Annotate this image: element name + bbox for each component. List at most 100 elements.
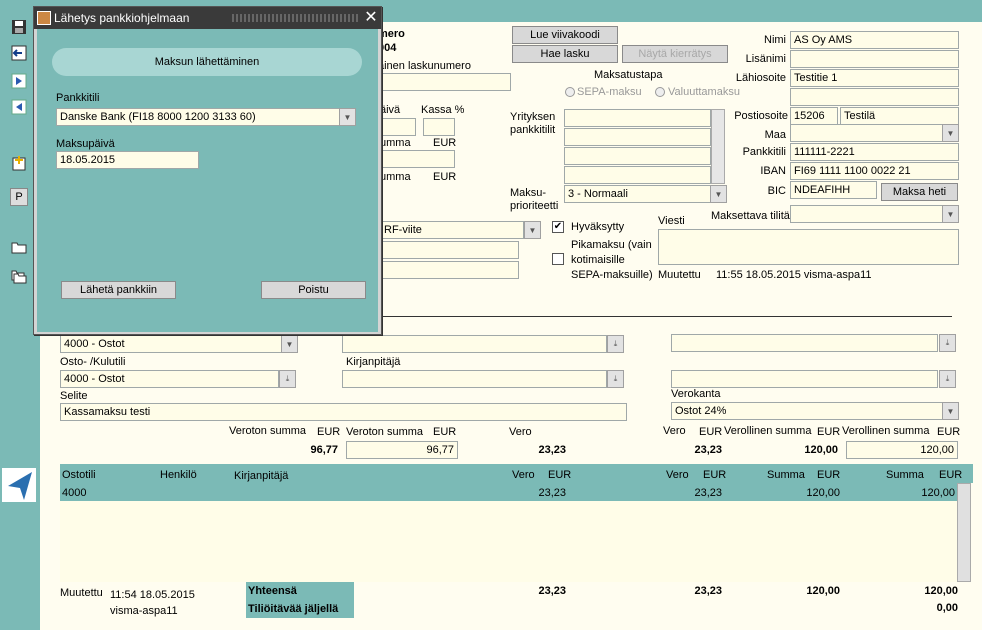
tax-value-1: 23,23 <box>538 444 566 456</box>
sum-label-2: umma <box>380 171 411 183</box>
country-dropdown[interactable]: ▼ <box>942 124 959 142</box>
pay-now-button[interactable]: Maksa heti <box>881 183 958 201</box>
message-field[interactable] <box>658 229 959 265</box>
fetch-invoice-button[interactable]: Hae lasku <box>512 45 618 63</box>
tax-value-2: 23,23 <box>694 444 722 456</box>
payable-account-label: Maksettava tilitä <box>711 210 790 222</box>
sum-eur-1: EUR <box>433 137 457 149</box>
total-tax-2: 23,23 <box>694 585 722 597</box>
vat-select[interactable]: Ostot 24% <box>671 402 943 420</box>
cost-account-lookup-icon[interactable]: ⤓ <box>279 370 296 388</box>
send-to-bank-button[interactable]: Lähetä pankkiin <box>61 281 176 299</box>
priority-dropdown[interactable]: ▼ <box>710 185 727 203</box>
next-record-icon[interactable] <box>8 70 30 92</box>
save-icon[interactable] <box>8 16 30 38</box>
ledger-lookup-top-icon[interactable]: ⤓ <box>607 335 624 353</box>
gross-label-1: Verollinen summa <box>724 425 812 437</box>
company-account-2[interactable] <box>564 128 711 146</box>
iban-field[interactable]: FI69 1111 1100 0022 21 <box>790 162 959 180</box>
gross-value-field[interactable]: 120,00 <box>846 441 958 459</box>
reference-field-2[interactable] <box>380 261 519 279</box>
footer-modified-user: visma-aspa11 <box>110 605 178 617</box>
date-field[interactable] <box>380 118 416 136</box>
new-record-icon[interactable] <box>8 152 30 174</box>
col-eur-4: EUR <box>939 469 963 481</box>
external-invoice-field[interactable] <box>378 73 511 91</box>
row-sum-1: 120,00 <box>806 487 840 499</box>
folder-icon[interactable] <box>8 236 30 258</box>
foreign-payment-radio[interactable] <box>655 87 665 97</box>
remaining-value: 0,00 <box>936 602 958 614</box>
street-field[interactable]: Testitie 1 <box>790 69 959 87</box>
bic-field[interactable]: NDEAFIHH <box>790 181 877 199</box>
dialog-title: Lähetys pankkiohjelmaan <box>54 11 190 25</box>
reference-field[interactable] <box>380 241 519 259</box>
gross-value-1: 120,00 <box>804 444 838 456</box>
total-tax-1: 23,23 <box>538 585 566 597</box>
folders-icon[interactable] <box>8 265 30 287</box>
postal-code-field[interactable]: 15206 <box>790 107 838 125</box>
description-field[interactable]: Kassamaksu testi <box>60 403 627 421</box>
name-field[interactable]: AS Oy AMS <box>790 31 959 49</box>
modified-label: Muutettu <box>658 269 701 281</box>
country-label: Maa <box>764 129 786 141</box>
date-label: äivä <box>380 104 401 116</box>
exit-icon[interactable] <box>8 42 30 64</box>
dimension-field-1[interactable] <box>671 334 938 352</box>
total-sum-2: 120,00 <box>924 585 958 597</box>
company-account-1[interactable] <box>564 109 711 127</box>
table-scrollbar[interactable] <box>957 483 971 582</box>
payable-account-dropdown[interactable]: ▼ <box>942 205 959 223</box>
invoice-number-label: mero <box>378 28 405 40</box>
approved-label: Hyväksytty <box>571 221 625 233</box>
net-eur-1: EUR <box>317 426 341 438</box>
col-eur-2: EUR <box>703 469 727 481</box>
vat-dropdown[interactable]: ▼ <box>942 402 959 420</box>
express-checkbox[interactable] <box>552 253 564 265</box>
p-button[interactable]: P <box>8 186 30 208</box>
date-field[interactable]: 18.05.2015 <box>56 151 199 169</box>
country-select[interactable] <box>790 124 943 142</box>
company-account-3[interactable] <box>564 147 711 165</box>
ledger-field-top[interactable] <box>342 335 607 353</box>
payable-account-select[interactable] <box>790 205 943 223</box>
show-circulation-button[interactable]: Näytä kierrätys <box>622 45 728 63</box>
sepa-radio[interactable] <box>565 87 575 97</box>
city-field[interactable]: Testilä <box>840 107 959 125</box>
bank-account-field[interactable]: 111111-2221 <box>790 143 959 161</box>
reference-type-dropdown[interactable]: ▼ <box>524 221 541 239</box>
dimension-lookup-2-icon[interactable]: ⤓ <box>939 370 956 388</box>
tax-label-2: Vero <box>663 425 686 437</box>
account-select[interactable]: Danske Bank (FI18 8000 1200 3133 60) <box>56 108 341 126</box>
close-icon[interactable]: ✕ <box>362 9 380 27</box>
dimension-field-2[interactable] <box>671 370 938 388</box>
net-value-field[interactable]: 96,77 <box>346 441 458 459</box>
net-eur-2: EUR <box>433 426 457 438</box>
read-barcode-button[interactable]: Lue viivakoodi <box>512 26 618 44</box>
gross-eur-1: EUR <box>817 426 841 438</box>
tax-eur-2: EUR <box>699 426 723 438</box>
previous-record-icon[interactable] <box>8 96 30 118</box>
priority-select[interactable]: 3 - Normaali <box>564 185 711 203</box>
sepa-label: SEPA-maksu <box>577 86 642 98</box>
street-field-2[interactable] <box>790 88 959 106</box>
company-accounts-label-1: Yrityksen <box>510 111 556 123</box>
cash-discount-field[interactable] <box>423 118 455 136</box>
dimension-lookup-1-icon[interactable]: ⤓ <box>939 334 956 352</box>
company-account-4[interactable] <box>564 166 711 184</box>
ledger-field[interactable] <box>342 370 607 388</box>
cost-account-field[interactable]: 4000 - Ostot <box>60 370 279 388</box>
modified-value: 11:55 18.05.2015 visma-aspa11 <box>716 269 872 281</box>
extra-name-field[interactable] <box>790 50 959 68</box>
ledger-lookup-icon[interactable]: ⤓ <box>607 370 624 388</box>
reference-type-select[interactable]: RF-viite <box>380 221 524 239</box>
account-dropdown[interactable]: ▼ <box>339 108 356 126</box>
approved-checkbox[interactable]: ✔ <box>552 221 564 233</box>
exit-button[interactable]: Poistu <box>261 281 366 299</box>
col-ledger: Kirjanpitäjä <box>234 470 289 482</box>
purchase-account-dropdown[interactable]: ▼ <box>281 335 298 353</box>
date-label: Maksupäivä <box>56 138 115 150</box>
purchase-account-select[interactable]: 4000 - Ostot <box>60 335 282 353</box>
priority-label-1: Maksu- <box>510 187 547 199</box>
sum-field-1[interactable] <box>380 150 455 168</box>
